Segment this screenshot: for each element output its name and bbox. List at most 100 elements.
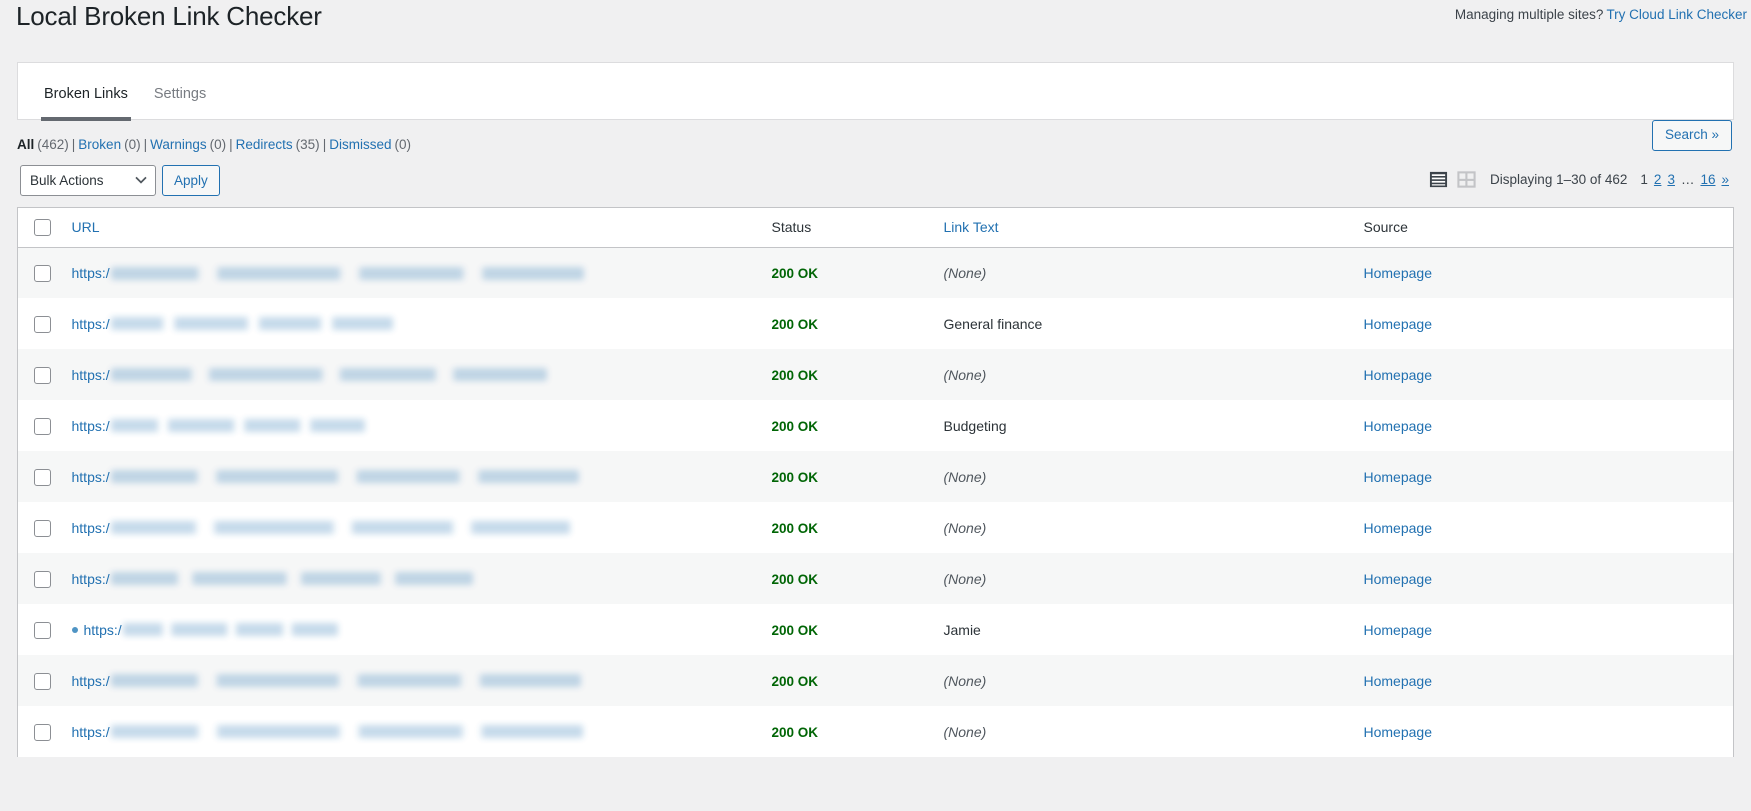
- link-text-cell: (None): [934, 451, 1354, 502]
- url-link[interactable]: https:/: [72, 316, 110, 332]
- url-redacted-portion: [110, 725, 583, 739]
- source-cell: Homepage: [1354, 451, 1734, 502]
- row-select-checkbox[interactable]: [34, 519, 51, 537]
- filter-all[interactable]: All: [17, 137, 34, 152]
- link-text-value: Jamie: [943, 621, 981, 638]
- source-link[interactable]: Homepage: [1364, 724, 1433, 740]
- column-header-link-text-sort-link[interactable]: Link Text: [944, 219, 999, 235]
- source-link[interactable]: Homepage: [1364, 316, 1433, 332]
- source-link[interactable]: Homepage: [1364, 571, 1433, 587]
- row-select-checkbox[interactable]: [34, 417, 51, 435]
- column-header-link-text: Link Text: [933, 207, 1354, 248]
- table-row: https:/ 200 OK Jamie Homepage: [18, 604, 1734, 655]
- column-header-source-label: Source: [1363, 218, 1408, 235]
- try-cloud-link-checker-link[interactable]: Try Cloud Link Checker: [1606, 7, 1747, 22]
- status-cell: 200 OK: [762, 604, 934, 655]
- tab-panel: Broken Links Settings: [17, 62, 1734, 121]
- url-link[interactable]: https:/: [72, 724, 110, 740]
- apply-button[interactable]: Apply: [162, 165, 220, 196]
- url-link-wrapper: https:/: [72, 520, 752, 536]
- source-link[interactable]: Homepage: [1364, 673, 1433, 689]
- filter-redirects[interactable]: Redirects: [236, 137, 293, 152]
- excerpt-view-icon[interactable]: [1457, 170, 1476, 189]
- url-cell: https:/: [62, 247, 762, 298]
- status-badge: 200 OK: [771, 316, 819, 332]
- link-text-value: (None): [943, 570, 987, 587]
- status-cell: 200 OK: [762, 706, 934, 757]
- page-2[interactable]: 2: [1651, 172, 1665, 187]
- header-promo: Managing multiple sites? Try Cloud Link C…: [1455, 7, 1747, 22]
- url-link[interactable]: https:/: [72, 520, 110, 536]
- list-view-icon[interactable]: [1429, 170, 1448, 189]
- url-cell: https:/: [62, 553, 762, 604]
- column-header-source: Source: [1353, 207, 1734, 248]
- link-text-cell: (None): [934, 553, 1354, 604]
- pagination-ellipsis: …: [1680, 172, 1695, 187]
- table-header-row: URL Status Link Text Source: [17, 207, 1734, 248]
- url-link[interactable]: https:/: [72, 469, 110, 485]
- url-link[interactable]: https:/: [72, 571, 110, 587]
- url-link-wrapper: https:/: [71, 622, 752, 638]
- link-text-value: (None): [943, 672, 987, 689]
- row-select-checkbox[interactable]: [34, 264, 51, 282]
- url-redacted-portion: [122, 623, 338, 637]
- link-text-cell: (None): [934, 706, 1354, 757]
- row-select-cell: [18, 655, 62, 706]
- filter-redirects-count: (35): [295, 137, 320, 152]
- url-link[interactable]: https:/: [84, 622, 122, 638]
- link-text-cell: Jamie: [934, 604, 1354, 655]
- table-row: https:/ 200 OK Budgeting Homepage: [18, 400, 1734, 451]
- table-row: https:/ 200 OK (None) Homepage: [17, 349, 1734, 401]
- page-header: Local Broken Link Checker Managing multi…: [0, 0, 1751, 40]
- row-select-checkbox[interactable]: [34, 315, 51, 333]
- row-select-checkbox[interactable]: [34, 621, 51, 639]
- row-select-checkbox[interactable]: [34, 366, 51, 384]
- url-redacted-portion: [110, 368, 547, 382]
- source-link[interactable]: Homepage: [1364, 367, 1433, 383]
- page-1: 1: [1640, 172, 1648, 187]
- row-select-cell: [18, 451, 62, 502]
- tab-settings[interactable]: Settings: [151, 85, 209, 121]
- bulk-actions-select[interactable]: Bulk Actions: [20, 165, 156, 196]
- filter-row: All (462) | Broken (0) | Warnings (0) | Redirects…: [17, 120, 1734, 154]
- page-16[interactable]: 16: [1697, 172, 1718, 187]
- row-select-cell: [18, 502, 62, 553]
- filter-separator-1: |: [71, 137, 76, 152]
- select-all-checkbox[interactable]: [34, 218, 51, 236]
- source-link[interactable]: Homepage: [1364, 265, 1433, 281]
- source-cell: Homepage: [1354, 553, 1734, 604]
- url-link[interactable]: https:/: [72, 265, 110, 281]
- url-cell: https:/: [62, 451, 762, 502]
- source-link[interactable]: Homepage: [1364, 469, 1433, 485]
- status-cell: 200 OK: [762, 502, 934, 553]
- filter-warnings[interactable]: Warnings: [150, 137, 207, 152]
- page-3[interactable]: 3: [1664, 172, 1678, 187]
- table-row: https:/ 200 OK (None) Homepage: [17, 553, 1734, 605]
- next-page-button[interactable]: »: [1718, 172, 1732, 187]
- source-link[interactable]: Homepage: [1364, 520, 1433, 536]
- filter-dismissed[interactable]: Dismissed: [329, 137, 391, 152]
- url-link[interactable]: https:/: [72, 367, 110, 383]
- source-link[interactable]: Homepage: [1364, 418, 1433, 434]
- search-button[interactable]: Search »: [1651, 120, 1732, 151]
- url-cell: https:/: [62, 349, 762, 400]
- source-link[interactable]: Homepage: [1364, 622, 1433, 638]
- column-header-url-sort-link[interactable]: URL: [72, 219, 100, 235]
- filter-separator-4: |: [322, 137, 327, 152]
- url-cell: https:/: [62, 502, 762, 553]
- filter-broken[interactable]: Broken: [78, 137, 121, 152]
- row-select-checkbox[interactable]: [34, 468, 51, 486]
- row-select-checkbox[interactable]: [34, 672, 51, 690]
- column-header-select-all: [17, 207, 62, 248]
- url-cell: https:/: [62, 298, 762, 349]
- url-redacted-portion: [110, 470, 579, 484]
- row-select-checkbox[interactable]: [34, 570, 51, 588]
- status-cell: 200 OK: [762, 298, 934, 349]
- link-text-cell: Budgeting: [934, 400, 1354, 451]
- table-row: https:/ 200 OK (None) Homepage: [18, 502, 1734, 553]
- row-select-cell: [18, 553, 62, 604]
- row-select-checkbox[interactable]: [34, 723, 51, 741]
- tab-broken-links[interactable]: Broken Links: [41, 85, 131, 121]
- url-link[interactable]: https:/: [72, 673, 110, 689]
- url-link[interactable]: https:/: [72, 418, 110, 434]
